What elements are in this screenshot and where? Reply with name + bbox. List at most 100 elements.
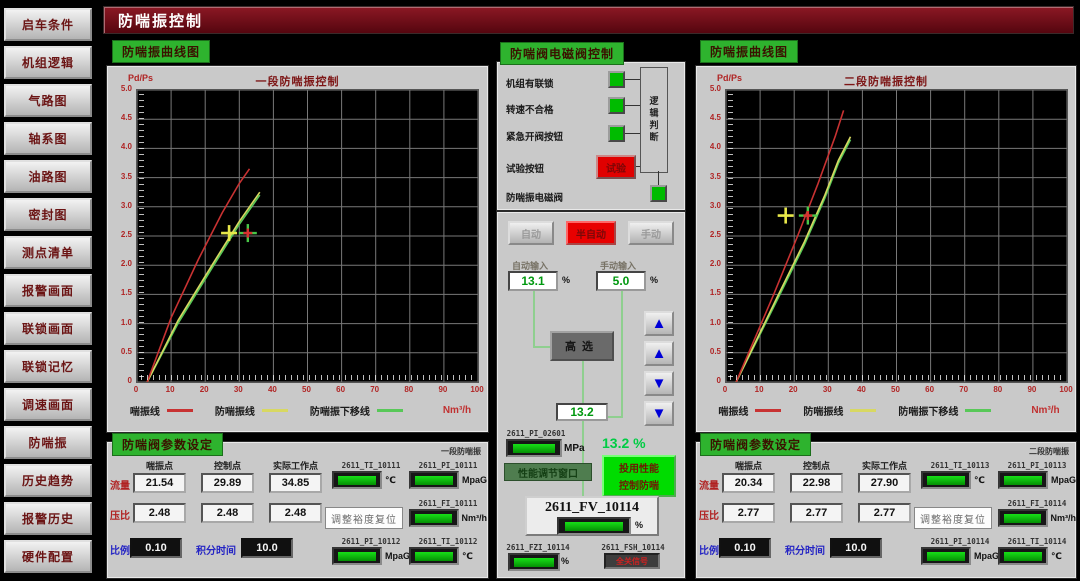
led-row: MpaG [409,471,487,489]
sidebar-item-7[interactable]: 测点清单 [4,236,92,269]
sidebar-item-11[interactable]: 调速画面 [4,388,92,421]
led-display [998,509,1048,527]
param-panel-stage2: 二段防喘振喘振点控制点实际工作点流量20.3422.9827.90压比2.772… [696,442,1076,578]
sidebar-item-10[interactable]: 联锁记忆 [4,350,92,383]
param-value-field[interactable]: 2.77 [858,503,911,523]
y-tick: 2.5 [697,230,721,239]
column-header: 实际工作点 [269,459,322,472]
mode-manual-button[interactable]: 手动 [628,221,674,245]
tag-2611_PI_10114: 2611_PI_10114MpaG [921,537,999,565]
pressure-unit: MPa [564,443,585,454]
y-tick: 4.0 [108,142,132,151]
y-minor-ticks [139,94,144,378]
increase-button[interactable]: ▲ [644,341,674,366]
param-value-field[interactable]: 2.48 [201,503,254,523]
sidebar-item-15[interactable]: 硬件配置 [4,540,92,573]
led-row: Nm³/h [409,509,487,527]
auto-input-field[interactable]: 13.1 [508,271,558,291]
param-value-field[interactable]: 29.89 [201,473,254,493]
sidebar-item-14[interactable]: 报警历史 [4,502,92,535]
valve-output-percent: 13.2 % [602,435,646,451]
mode-semiauto-button[interactable]: 半自动 [566,221,616,245]
tag-2611_PI_10113: 2611_PI_10113MpaG [998,461,1076,489]
mode-auto-button[interactable]: 自动 [508,221,554,245]
led-row: ℃ [409,547,487,565]
sidebar-item-2[interactable]: 机组逻辑 [4,46,92,79]
signal-line [582,361,584,403]
panel-corner-label: 二段防喘振 [1029,446,1069,457]
led-bar [1004,476,1042,485]
logic-judge-box: 逻辑判断 [640,67,668,173]
sidebar-item-12[interactable]: 防喘振 [4,426,92,459]
valve-tag: 2611_FV_10114 [527,500,657,516]
param-value-field[interactable]: 20.34 [722,473,775,493]
param-value-field[interactable]: 22.98 [790,473,843,493]
sidebar-item-5[interactable]: 油路图 [4,160,92,193]
solenoid-row-label: 机组有联锁 [506,76,554,90]
integral-time-value-field[interactable]: 10.0 [830,538,882,558]
increase-fast-button[interactable]: ▲ [644,311,674,336]
param-value-field[interactable]: 21.54 [133,473,186,493]
x-tick: 20 [783,385,803,394]
x-tick: 0 [126,385,146,394]
led-bar [415,476,453,485]
margin-reset-button[interactable]: 调整裕度复位 [325,507,403,529]
proportional-value-field[interactable]: 0.10 [719,538,771,558]
panel-corner-label: 一段防喘振 [441,446,481,457]
param-panel-stage1: 一段防喘振喘振点控制点实际工作点流量21.5429.8934.85压比2.482… [107,442,488,578]
integral-time-value-field[interactable]: 10.0 [241,538,293,558]
margin-reset-button[interactable]: 调整裕度复位 [914,507,992,529]
x-minor-ticks [141,375,474,380]
sidebar-item-9[interactable]: 联锁画面 [4,312,92,345]
sidebar-item-8[interactable]: 报警画面 [4,274,92,307]
param-value-field[interactable]: 2.48 [269,503,322,523]
tag-unit: Nm³/h [1051,513,1077,523]
x-tick: 70 [954,385,974,394]
pressure-led-display [506,439,562,457]
test-button[interactable]: 试验 [596,155,636,179]
solenoid-valve-indicator [650,185,667,202]
x-tick: 50 [886,385,906,394]
tag-name: 2611_PI_10111 [409,461,487,470]
tag-name: 2611_PI_10114 [921,537,999,546]
legend-swatch [262,409,288,412]
legend-label: 防喘振线 [803,403,843,418]
sidebar-item-3[interactable]: 气路图 [4,84,92,117]
legend-item: 防喘振线 [803,403,876,418]
high-select-button[interactable]: 高选 [550,331,614,361]
sidebar-item-1[interactable]: 启车条件 [4,8,92,41]
x-axis-unit: Nm³/h [1031,405,1059,416]
enable-performance-button[interactable]: 投用性能 控制防喘 [602,455,676,497]
param-value-field[interactable]: 2.48 [133,503,186,523]
param-value-field[interactable]: 2.77 [790,503,843,523]
param-value-field[interactable]: 2.77 [722,503,775,523]
row-label-flow: 流量 [110,477,130,492]
led-display [409,547,459,565]
led-bar [338,552,376,561]
label-param-section-left: 防喘阀参数设定 [112,433,223,456]
connector-line [636,166,640,167]
tag-unit: MpaG [1051,475,1076,485]
param-value-field[interactable]: 27.90 [858,473,911,493]
proportional-value-field[interactable]: 0.10 [130,538,182,558]
sidebar-item-4[interactable]: 轴系图 [4,122,92,155]
manual-input-field[interactable]: 5.0 [596,271,646,291]
tag-name: 2611_TI_10112 [409,537,487,546]
param-value-field[interactable]: 34.85 [269,473,322,493]
row-label-flow: 流量 [699,477,719,492]
decrease-fast-button[interactable]: ▼ [644,401,674,426]
y-tick: 0.5 [697,347,721,356]
decrease-button[interactable]: ▼ [644,371,674,396]
led-bar [927,476,965,485]
y-tick: 2.5 [108,230,132,239]
led-display [998,471,1048,489]
sidebar-item-13[interactable]: 历史趋势 [4,464,92,497]
y-tick: 3.0 [108,201,132,210]
legend-swatch [755,409,781,412]
x-tick: 20 [194,385,214,394]
x-tick: 100 [1056,385,1076,394]
series-防喘振线 [736,137,850,382]
sidebar-item-6[interactable]: 密封图 [4,198,92,231]
y-tick: 5.0 [108,84,132,93]
led-display [998,547,1048,565]
